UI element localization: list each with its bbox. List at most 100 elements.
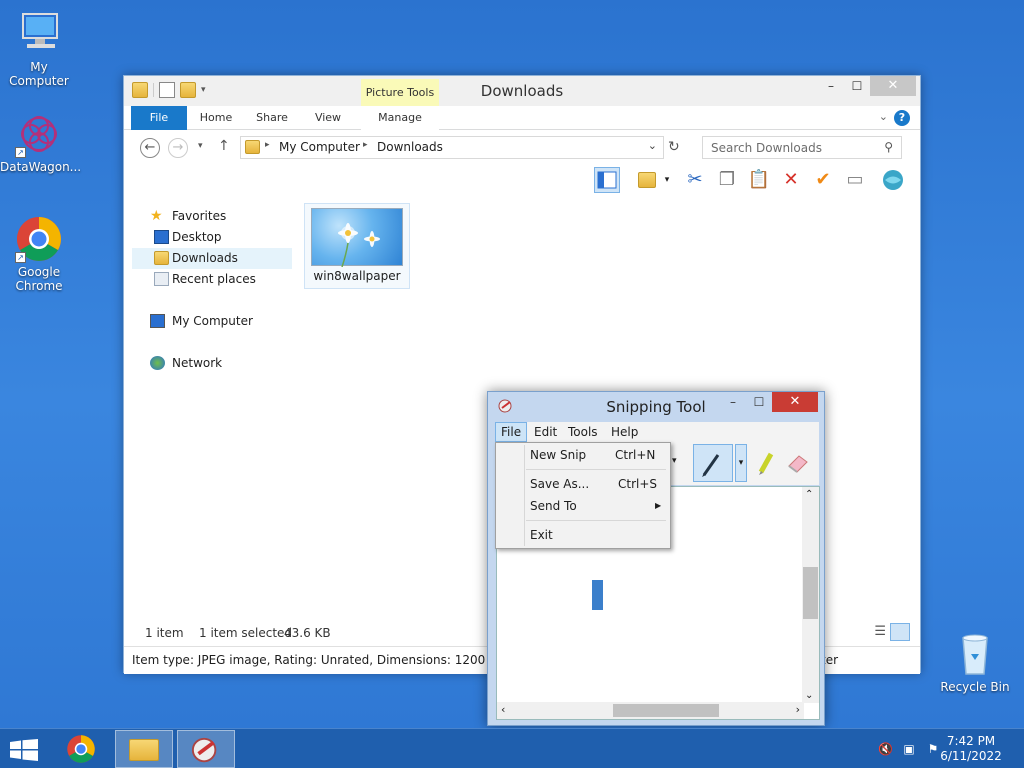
tab-manage[interactable]: Manage <box>361 106 439 130</box>
taskbar-snipping-tool[interactable] <box>177 730 235 768</box>
taskbar: 🔇 ▣ ⚑ 7:42 PM 6/11/2022 <box>0 728 1024 768</box>
tab-view[interactable]: View <box>306 106 350 130</box>
search-input[interactable]: Search Downloads ⚲ <box>702 136 902 159</box>
cut-icon[interactable]: ✂ <box>682 167 708 193</box>
computer-icon <box>15 10 63 58</box>
nav-label: Recent places <box>172 272 256 286</box>
scroll-right-icon[interactable]: › <box>796 703 800 716</box>
nav-favorites[interactable]: ★ Favorites <box>132 206 292 227</box>
scroll-down-icon[interactable]: ⌄ <box>805 690 813 701</box>
eraser-icon[interactable] <box>785 450 811 477</box>
nav-my-computer[interactable]: My Computer <box>132 311 292 332</box>
desktop-icon-my-computer[interactable]: My Computer <box>0 10 78 88</box>
minimize-button[interactable]: – <box>818 76 844 96</box>
forward-button[interactable]: → <box>168 138 188 158</box>
nav-downloads[interactable]: Downloads <box>132 248 292 269</box>
tab-file[interactable]: File <box>131 106 187 130</box>
chrome-icon: ↗ <box>15 215 63 263</box>
maximize-button[interactable]: ☐ <box>844 76 870 96</box>
tab-share[interactable]: Share <box>250 106 294 130</box>
search-icon[interactable]: ⚲ <box>884 140 893 154</box>
menu-file[interactable]: File <box>495 422 528 442</box>
chevron-right-icon[interactable]: ▸ <box>363 140 368 150</box>
details-view-icon[interactable]: ☰ <box>874 624 886 639</box>
recycle-bin-icon <box>951 630 999 678</box>
close-button[interactable]: ✕ <box>772 392 818 412</box>
paste-icon[interactable]: 📋 <box>746 167 772 193</box>
preview-pane-icon[interactable] <box>594 167 620 193</box>
vertical-scroll-thumb[interactable] <box>803 567 818 619</box>
snipping-titlebar[interactable]: Snipping Tool – ☐ ✕ <box>488 392 824 422</box>
chevron-down-icon[interactable]: ▾ <box>672 456 677 466</box>
menu-item-send-to[interactable]: Send To ▶ <box>496 495 670 517</box>
network-icon[interactable]: ▣ <box>902 742 916 756</box>
folder-options-icon[interactable] <box>634 167 660 193</box>
back-button[interactable]: ← <box>140 138 160 158</box>
refresh-icon[interactable]: ↻ <box>668 139 680 155</box>
breadcrumb-downloads[interactable]: Downloads <box>377 140 443 154</box>
menu-item-shortcut: Ctrl+S <box>618 477 658 491</box>
highlighter-icon[interactable] <box>755 450 777 479</box>
explorer-titlebar[interactable]: ▾ Picture Tools Downloads – ☐ ✕ <box>124 76 920 106</box>
address-bar[interactable]: ▸ My Computer ▸ Downloads ⌄ <box>240 136 664 159</box>
close-button[interactable]: ✕ <box>870 76 916 96</box>
desktop-icon-datawagon[interactable]: ↗ DataWagon... <box>0 110 81 174</box>
menu-tools[interactable]: Tools <box>563 422 603 442</box>
menu-item-label: Save As... <box>530 477 590 491</box>
chevron-down-icon[interactable]: ⌄ <box>648 139 657 152</box>
scroll-left-icon[interactable]: ‹ <box>501 703 505 716</box>
pen-tool-button[interactable] <box>693 444 733 482</box>
nav-label: Desktop <box>172 230 222 244</box>
copy-icon[interactable]: ❐ <box>714 167 740 193</box>
snipping-tool-icon <box>191 737 217 763</box>
recent-locations-icon[interactable]: ▾ <box>198 141 203 151</box>
delete-icon[interactable]: ✕ <box>778 167 804 193</box>
large-icons-view-icon[interactable] <box>890 623 910 641</box>
network-icon <box>150 356 165 370</box>
taskbar-chrome[interactable] <box>52 730 110 768</box>
ribbon-expand-icon[interactable]: ⌄ <box>879 110 888 123</box>
file-name: win8wallpaper <box>313 269 401 283</box>
window-title: Downloads <box>480 82 564 100</box>
help-icon[interactable]: ? <box>894 110 910 126</box>
desktop-icon-recycle-bin[interactable]: Recycle Bin <box>936 630 1014 694</box>
downloads-folder-icon <box>245 140 260 154</box>
up-button[interactable]: ↑ <box>218 138 230 154</box>
horizontal-scrollbar[interactable]: ‹ › <box>497 702 804 719</box>
scroll-up-icon[interactable]: ⌃ <box>805 489 813 500</box>
menu-help[interactable]: Help <box>606 422 643 442</box>
horizontal-scroll-thumb[interactable] <box>613 704 719 717</box>
file-tile[interactable]: win8wallpaper <box>304 203 410 289</box>
taskbar-file-explorer[interactable] <box>115 730 173 768</box>
menu-item-new-snip[interactable]: New Snip Ctrl+N <box>496 444 670 466</box>
chevron-right-icon[interactable]: ▸ <box>265 140 270 150</box>
desktop-icon-google-chrome[interactable]: ↗ Google Chrome <box>0 215 78 293</box>
volume-muted-icon[interactable]: 🔇 <box>878 742 893 756</box>
minimize-button[interactable]: – <box>720 392 746 412</box>
vertical-scrollbar[interactable]: ⌃ ⌄ <box>802 487 819 703</box>
menu-item-exit[interactable]: Exit <box>496 524 670 546</box>
nav-desktop[interactable]: Desktop <box>132 227 292 248</box>
menu-edit[interactable]: Edit <box>529 422 562 442</box>
clock[interactable]: 7:42 PM 6/11/2022 <box>936 734 1006 764</box>
submenu-arrow-icon: ▶ <box>655 501 662 510</box>
nav-network[interactable]: Network <box>132 353 292 374</box>
menu-item-save-as[interactable]: Save As... Ctrl+S <box>496 473 670 495</box>
menu-item-label: Exit <box>530 528 553 542</box>
system-tray: 🔇 ▣ ⚑ 7:42 PM 6/11/2022 <box>864 729 1024 768</box>
navigation-pane: ★ Favorites Desktop Downloads Recent pla… <box>132 206 292 374</box>
nav-label: Downloads <box>172 251 238 265</box>
chevron-down-icon[interactable]: ▾ <box>660 167 674 193</box>
breadcrumb-my-computer[interactable]: My Computer <box>279 140 360 154</box>
menu-item-shortcut: Ctrl+N <box>615 448 656 462</box>
globe-icon[interactable] <box>880 167 906 193</box>
nav-recent-places[interactable]: Recent places <box>132 269 292 290</box>
maximize-button[interactable]: ☐ <box>746 392 772 412</box>
search-placeholder: Search Downloads <box>711 141 822 155</box>
checkmark-icon[interactable]: ✔ <box>810 167 836 193</box>
tab-home[interactable]: Home <box>194 106 238 130</box>
start-button[interactable] <box>10 739 38 764</box>
rename-icon[interactable]: ▭ <box>842 167 868 193</box>
pen-dropdown-button[interactable]: ▾ <box>735 444 747 482</box>
